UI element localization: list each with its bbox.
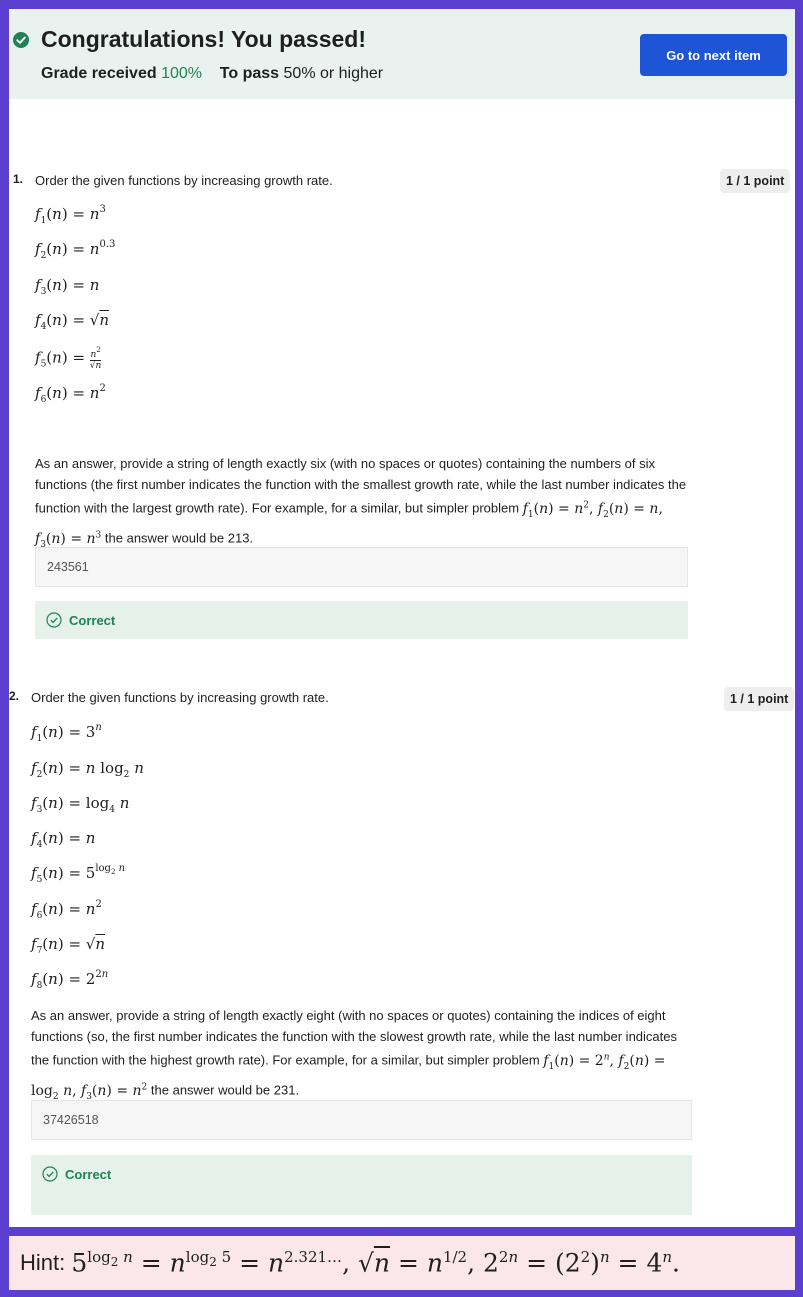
question-prompt: Order the given functions by increasing … <box>35 173 333 188</box>
function-f2: f2(n) = n0.3 <box>35 239 116 261</box>
function-f3: f3(n) = log4 n <box>31 794 130 815</box>
function-f4: f4(n) = √n <box>35 311 110 332</box>
go-to-next-item-button[interactable]: Go to next item <box>640 34 787 76</box>
question-number: 2. <box>9 689 20 703</box>
question-instructions: As an answer, provide a string of length… <box>35 456 687 550</box>
function-f7: f7(n) = √n <box>31 935 106 956</box>
question-number: 1. <box>13 172 24 186</box>
function-f6: f6(n) = n2 <box>35 383 106 405</box>
function-f1: f1(n) = n3 <box>35 204 106 226</box>
hint-banner: Hint: 5log2 n = nlog2 5 = n2.321…, √n = … <box>9 1236 795 1290</box>
function-f6: f6(n) = n2 <box>31 899 102 921</box>
check-circle-icon <box>13 32 29 48</box>
grade-label: Grade received <box>41 65 157 82</box>
pass-label: To pass <box>219 65 280 82</box>
hint-math: 5log2 n = nlog2 5 = n2.321…, √n = n1/2, … <box>71 1248 680 1278</box>
points-badge: 1 / 1 point <box>720 169 791 193</box>
hint-label: Hint: <box>20 1250 66 1275</box>
feedback-correct: Correct <box>35 601 688 639</box>
feedback-correct: Correct <box>31 1155 692 1215</box>
results-banner: Congratulations! You passed! Grade recei… <box>9 9 795 99</box>
points-badge: 1 / 1 point <box>724 687 795 711</box>
question-prompt: Order the given functions by increasing … <box>31 690 329 705</box>
function-f3: f3(n) = n <box>35 276 100 297</box>
quiz-results-page: Congratulations! You passed! Grade recei… <box>9 9 795 1227</box>
answer-field[interactable]: 37426518 <box>31 1100 692 1140</box>
feedback-label: Correct <box>69 613 116 628</box>
feedback-label: Correct <box>65 1167 112 1182</box>
check-circle-outline-icon <box>42 1166 58 1182</box>
function-f2: f2(n) = n log2 n <box>31 759 144 780</box>
function-f8: f8(n) = 22n <box>31 969 109 991</box>
grade-value: 100% <box>161 65 202 82</box>
function-f5: f5(n) = 5log2 n <box>31 863 126 885</box>
grade-summary: Grade received 100% To pass 50% or highe… <box>41 65 383 83</box>
pass-value: 50% or higher <box>283 65 384 82</box>
answer-field[interactable]: 243561 <box>35 547 688 587</box>
pass-title: Congratulations! You passed! <box>41 26 367 52</box>
function-f5: f5(n) = n2 √n <box>35 346 102 371</box>
function-f1: f1(n) = 3n <box>31 722 102 744</box>
function-f4: f4(n) = n <box>31 829 96 850</box>
question-instructions: As an answer, provide a string of length… <box>31 1008 677 1102</box>
check-circle-outline-icon <box>46 612 62 628</box>
